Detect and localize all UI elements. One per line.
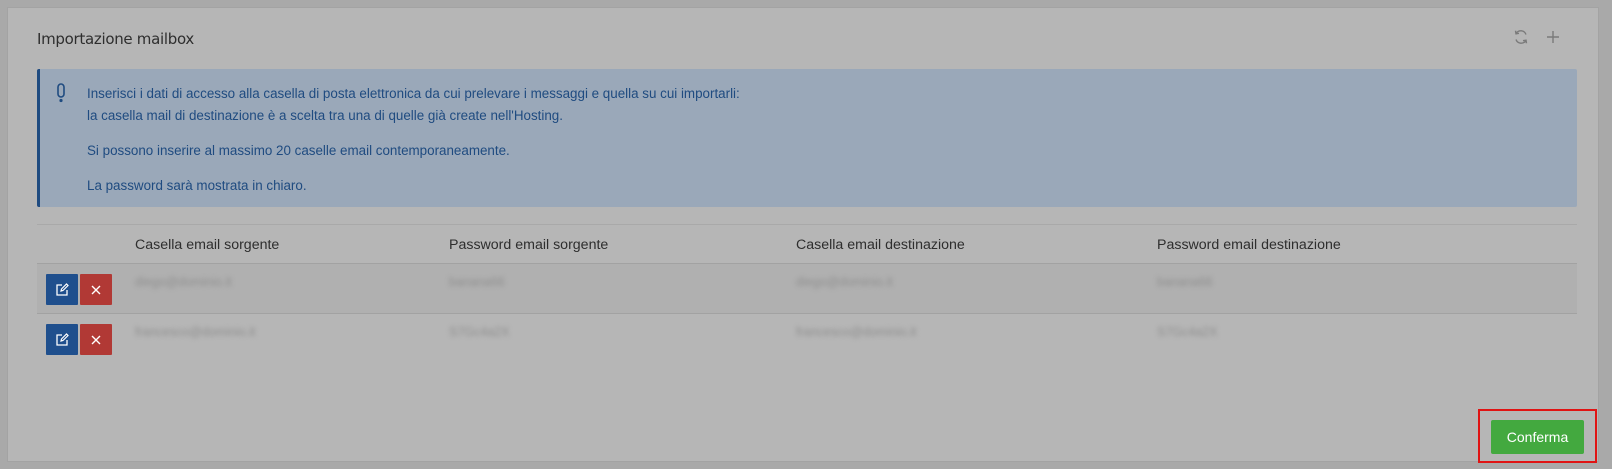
- row-actions: [46, 324, 112, 355]
- refresh-icon: [1514, 30, 1528, 44]
- mailbox-table: Casella email sorgente Password email so…: [37, 224, 1577, 364]
- mailbox-import-panel: Importazione mailbox Inserisci i dati di…: [7, 7, 1599, 463]
- alert-text: Inserisci i dati di accesso alla casella…: [87, 83, 740, 197]
- alert-line: Si possono inserire al massimo 20 casell…: [87, 143, 510, 158]
- add-button[interactable]: [1544, 28, 1562, 46]
- confirm-highlight: Conferma: [1478, 409, 1597, 463]
- plus-icon: [1547, 31, 1559, 43]
- cell-dest-password: banana66: [1157, 275, 1213, 289]
- table-row: diego@dominio.it banana66 diego@dominio.…: [37, 264, 1577, 314]
- confirm-button[interactable]: Conferma: [1491, 420, 1584, 454]
- table-header: Casella email sorgente Password email so…: [37, 224, 1577, 264]
- alert-line: Inserisci i dati di accesso alla casella…: [87, 86, 740, 101]
- refresh-button[interactable]: [1512, 28, 1530, 46]
- info-alert: Inserisci i dati di accesso alla casella…: [37, 69, 1577, 207]
- cell-source-email: francesco@dominio.it: [135, 325, 256, 339]
- panel-title: Importazione mailbox: [37, 30, 194, 48]
- alert-line: La password sarà mostrata in chiaro.: [87, 178, 307, 193]
- edit-icon: [56, 282, 69, 296]
- cell-dest-email: francesco@dominio.it: [796, 325, 917, 339]
- edit-button[interactable]: [46, 274, 78, 305]
- cell-dest-password: S7Gc4a2X: [1157, 325, 1218, 339]
- alert-line: la casella mail di destinazione è a scel…: [87, 108, 563, 123]
- panel-tools: [1512, 28, 1562, 46]
- close-icon: [91, 335, 101, 344]
- column-header-source-email: Casella email sorgente: [135, 237, 280, 253]
- delete-button[interactable]: [80, 324, 112, 355]
- exclamation-icon: [57, 83, 65, 103]
- table-row: francesco@dominio.it S7Gc4a2X francesco@…: [37, 314, 1577, 364]
- cell-source-password: S7Gc4a2X: [449, 325, 510, 339]
- column-header-source-password: Password email sorgente: [449, 237, 609, 253]
- cell-dest-email: diego@dominio.it: [796, 275, 893, 289]
- edit-icon: [56, 332, 69, 346]
- cell-source-email: diego@dominio.it: [135, 275, 232, 289]
- column-header-dest-email: Casella email destinazione: [796, 237, 965, 253]
- close-icon: [91, 285, 101, 294]
- edit-button[interactable]: [46, 324, 78, 355]
- cell-source-password: banana66: [449, 275, 505, 289]
- row-actions: [46, 274, 112, 305]
- delete-button[interactable]: [80, 274, 112, 305]
- column-header-dest-password: Password email destinazione: [1157, 237, 1341, 253]
